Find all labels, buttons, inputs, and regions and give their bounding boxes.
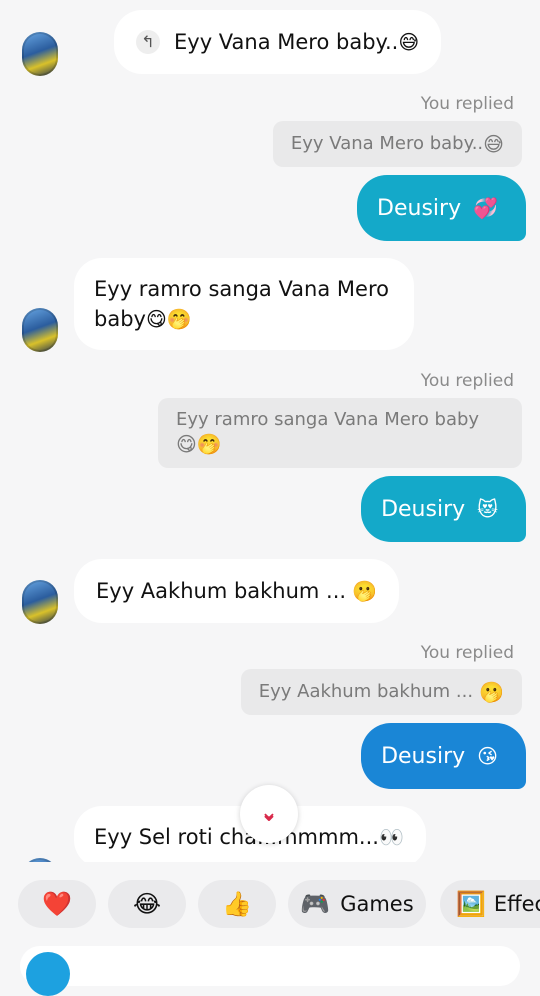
laugh-reaction-button[interactable]: 😂 — [108, 880, 186, 928]
message-emoji: 👀 — [378, 825, 404, 849]
effects-button[interactable]: 🖼️ Effec — [440, 880, 540, 928]
message-thread[interactable]: ↰ Eyy Vana Mero baby.. 😅 You replied Eyy… — [0, 0, 540, 862]
message-text: Eyy Aakhum bakhum ... — [96, 579, 347, 603]
thumbs-up-icon: 👍 — [222, 890, 252, 918]
effects-label: Effec — [493, 892, 540, 916]
reply-arrow-icon: ↰ — [136, 30, 160, 54]
quoted-message[interactable]: Eyy ramro sanga Vana Mero baby😋🤭 — [158, 398, 522, 468]
message-emoji: 😋🤭 — [145, 307, 192, 331]
outgoing-message[interactable]: Deusiry 😘 — [361, 723, 526, 789]
camera-button[interactable] — [26, 952, 70, 996]
message-text: Deusiry — [381, 496, 466, 522]
laugh-icon: 😂 — [132, 890, 162, 918]
message-text: Deusiry — [377, 195, 462, 221]
message-text: Deusiry — [381, 743, 466, 769]
quote-text: Eyy Vana Mero baby.. — [290, 133, 484, 154]
effects-icon: 🖼️ — [456, 890, 486, 918]
outgoing-message[interactable]: Deusiry 😻 — [361, 476, 526, 542]
scroll-to-bottom-button[interactable]: ⌄ ⌄ — [240, 785, 298, 843]
message-emoji: 🫢 — [352, 579, 377, 603]
message-text: Eyy Vana Mero baby.. — [174, 30, 399, 54]
you-replied-label: You replied — [420, 94, 514, 114]
quote-emoji: 🫢 — [479, 680, 504, 704]
contact-avatar[interactable] — [22, 308, 58, 352]
message-composer[interactable] — [20, 946, 520, 996]
message-emoji: 😅 — [398, 30, 420, 54]
incoming-message[interactable]: Eyy Aakhum bakhum ... 🫢 — [74, 559, 399, 623]
incoming-message[interactable]: Eyy ramro sanga Vana Mero baby😋🤭 — [74, 258, 414, 350]
heart-icon: ❤️ — [42, 890, 72, 918]
message-emoji: 😘 — [477, 744, 498, 768]
thumbs-up-reaction-button[interactable]: 👍 — [198, 880, 276, 928]
gamepad-icon: 🎮 — [300, 890, 331, 918]
you-replied-label: You replied — [420, 371, 514, 391]
games-label: Games — [340, 892, 414, 916]
message-emoji: 💞 — [473, 196, 498, 220]
contact-avatar[interactable] — [22, 32, 58, 76]
quick-reactions-bar: ❤️ 😂 👍 🎮 Games 🖼️ Effec — [0, 872, 540, 936]
quote-text: Eyy Aakhum bakhum ... — [258, 681, 474, 702]
contact-avatar[interactable] — [22, 858, 58, 862]
incoming-message[interactable]: ↰ Eyy Vana Mero baby.. 😅 — [114, 10, 442, 74]
double-chevron-down-icon: ⌄ ⌄ — [259, 800, 279, 827]
quote-text: Eyy ramro sanga Vana Mero baby — [176, 409, 480, 430]
message-text: Eyy Sel roti cha...mmmm... — [94, 825, 379, 849]
quote-emoji: 😅 — [483, 132, 504, 156]
outgoing-message[interactable]: Deusiry 💞 — [357, 175, 526, 241]
games-button[interactable]: 🎮 Games — [288, 880, 426, 928]
contact-avatar[interactable] — [22, 580, 58, 624]
message-emoji: 😻 — [477, 497, 498, 521]
quoted-message[interactable]: Eyy Aakhum bakhum ... 🫢 — [240, 669, 522, 715]
you-replied-label: You replied — [420, 643, 514, 663]
quoted-message[interactable]: Eyy Vana Mero baby.. 😅 — [272, 121, 522, 167]
heart-reaction-button[interactable]: ❤️ — [18, 880, 96, 928]
quote-emoji: 😋🤭 — [176, 432, 222, 456]
message-text: Eyy ramro sanga Vana Mero baby — [94, 277, 389, 331]
